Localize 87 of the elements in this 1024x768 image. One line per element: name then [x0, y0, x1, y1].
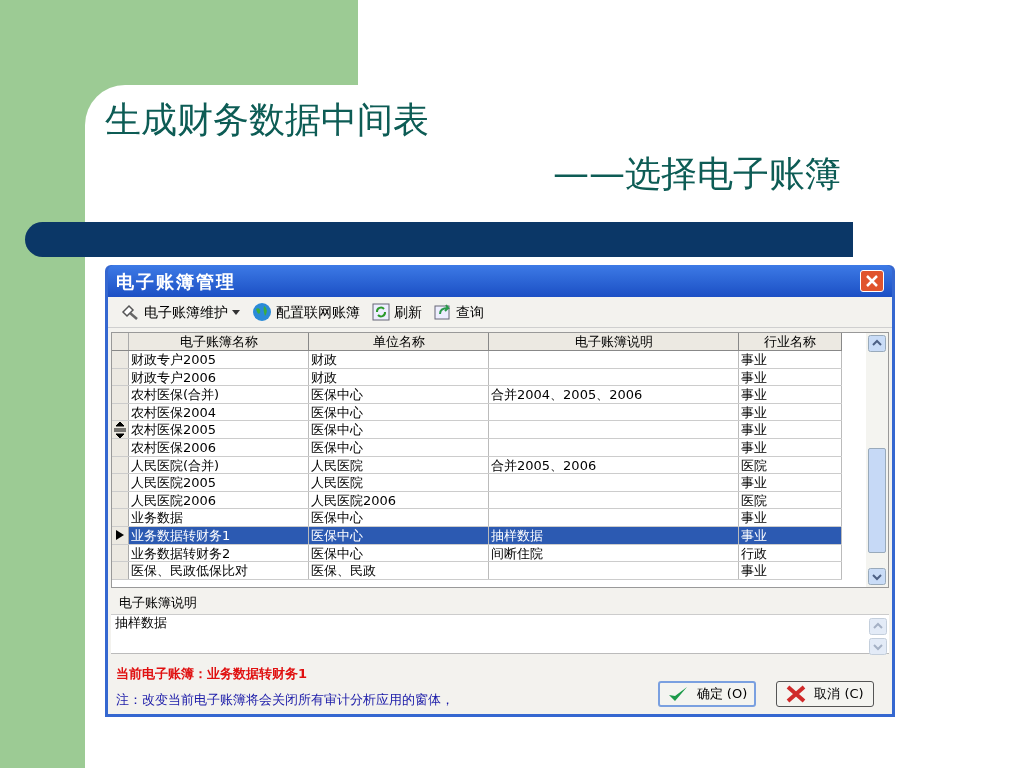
table-row[interactable]: 业务数据 医保中心 事业 [112, 509, 842, 527]
current-ledger-text: 当前电子账簿：业务数据转财务1 [116, 665, 309, 683]
table-cell: 医保中心 [311, 439, 363, 455]
cancel-button[interactable]: 取消 (C) [776, 681, 874, 707]
column-header[interactable]: 电子账簿说明 [489, 333, 739, 350]
ok-button[interactable]: 确定 (O) [658, 681, 756, 707]
table-cell: 财政 [311, 369, 337, 385]
table-cell: 人民医院2006 [131, 492, 217, 508]
table-cell: 事业 [741, 563, 767, 579]
table-row[interactable]: 农村医保2004 医保中心 事业 [112, 403, 842, 422]
slide-title: 生成财务数据中间表 [105, 102, 429, 138]
scroll-thumb[interactable] [868, 447, 886, 553]
toolbar-button[interactable]: 刷新 [372, 301, 422, 323]
close-button[interactable] [860, 270, 884, 292]
table-cell: 业务数据 [131, 510, 183, 526]
table-row[interactable]: 人民医院2005 人民医院 事业 [112, 474, 842, 492]
query-icon [434, 303, 452, 321]
table-cell: 事业 [741, 439, 767, 455]
table-row[interactable]: 业务数据转财务2 医保中心 间断住院 行政 [112, 544, 842, 563]
close-icon [866, 275, 878, 287]
toolbar-button[interactable]: 配置联网账簿 [252, 301, 360, 323]
table-cell: 人民医院 [311, 457, 363, 473]
table-cell: 医保中心 [311, 527, 363, 543]
table-cell: 医保中心 [311, 422, 363, 438]
row-pointer-icon [116, 530, 124, 541]
table-cell: 事业 [741, 527, 767, 543]
table-cell: 抽样数据 [491, 527, 543, 543]
table-row[interactable]: 人民医院(合并) 人民医院 合并2005、2006 医院 [112, 456, 842, 475]
table-row[interactable]: 农村医保2006 医保中心 事业 [112, 438, 842, 457]
caret-icon [232, 309, 240, 315]
table-cell: 事业 [741, 352, 767, 367]
window-title: 电子账簿管理 [116, 269, 236, 294]
table-cell: 医保、民政 [311, 563, 376, 579]
scroll-down-icon [868, 568, 886, 585]
globe-icon [252, 302, 272, 322]
table-cell: 合并2004、2005、2006 [491, 387, 643, 403]
table-cell: 农村医保2006 [131, 439, 217, 455]
table-row[interactable]: 农村医保(合并) 医保中心 合并2004、2005、2006 事业 [112, 386, 842, 404]
table-cell: 人民医院 [311, 475, 363, 491]
table-cell: 事业 [741, 387, 767, 403]
table-cell: 间断住院 [491, 545, 543, 561]
table-cell: 医保中心 [311, 404, 363, 420]
table-cell: 人民医院2005 [131, 475, 217, 491]
table-cell: 财政专户2005 [131, 352, 217, 367]
column-header[interactable]: 单位名称 [309, 333, 489, 350]
table-cell: 医院 [741, 457, 767, 473]
scroll-up-icon [869, 618, 887, 635]
cross-icon [786, 685, 807, 703]
table-cell: 医保中心 [311, 545, 363, 561]
table-cell: 事业 [741, 475, 767, 491]
table-cell: 事业 [741, 510, 767, 526]
table-row[interactable]: 财政专户2006 财政 事业 [112, 368, 842, 387]
table-row[interactable]: 人民医院2006 人民医院2006 医院 [112, 491, 842, 510]
toolbar-button[interactable]: 电子账簿维护 [120, 301, 240, 323]
table-cell: 合并2005、2006 [491, 457, 597, 473]
table-row[interactable]: 医保、民政低保比对 医保、民政 事业 [112, 562, 842, 580]
table-cell: 财政 [311, 352, 337, 367]
resize-cursor-icon [113, 421, 127, 438]
table-cell: 医保中心 [311, 510, 363, 526]
table-cell: 医保中心 [311, 387, 363, 403]
table-cell: 医保、民政低保比对 [131, 563, 248, 579]
table-cell: 事业 [741, 369, 767, 385]
table-row[interactable]: 农村医保2005 医保中心 事业 [112, 421, 842, 439]
table-cell: 人民医院(合并) [131, 457, 220, 473]
table-cell: 农村医保(合并) [131, 387, 220, 403]
toolbar-button[interactable]: 查询 [434, 301, 484, 323]
table-cell: 行政 [741, 545, 767, 561]
table-cell: 农村医保2004 [131, 404, 217, 420]
description-text: 抽样数据 [114, 615, 168, 632]
scroll-up-icon [868, 335, 886, 352]
description-label: 电子账簿说明 [118, 595, 198, 610]
table-cell: 业务数据转财务2 [131, 545, 231, 561]
refresh-icon [372, 303, 390, 321]
table-cell: 事业 [741, 422, 767, 438]
table-row[interactable]: 财政专户2005 财政 事业 [112, 351, 842, 369]
slide-subtitle: ——选择电子账簿 [553, 156, 841, 192]
table-cell: 医院 [741, 492, 767, 508]
column-header[interactable]: 电子账簿名称 [129, 333, 309, 350]
table-cell: 业务数据转财务1 [131, 527, 231, 543]
table-cell: 财政专户2006 [131, 369, 217, 385]
table-cell: 事业 [741, 404, 767, 420]
scrollbar[interactable] [866, 333, 888, 587]
scroll-down-icon [869, 638, 887, 655]
note-text: 注：改变当前电子账簿将会关闭所有审计分析应用的窗体， [116, 690, 454, 709]
table-cell: 农村医保2005 [131, 422, 217, 438]
table-cell: 人民医院2006 [311, 492, 397, 508]
column-header[interactable]: 行业名称 [739, 333, 842, 350]
